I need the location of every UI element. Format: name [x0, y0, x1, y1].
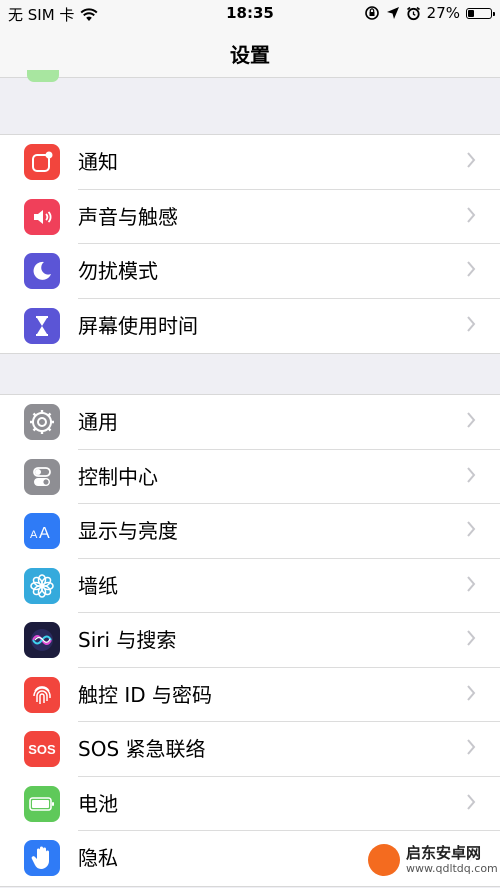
settings-row-label: Siri 与搜索 [78, 628, 177, 652]
toggles-icon [24, 458, 60, 495]
settings-row-emergency-sos[interactable]: SOS SOS 紧急联络 [0, 722, 500, 777]
status-right: 27% [364, 4, 495, 22]
settings-row-siri-search[interactable]: Siri 与搜索 [0, 613, 500, 668]
chevron-right-icon [467, 466, 476, 483]
watermark-url: www.qdltdq.com [406, 862, 498, 875]
chevron-right-icon [467, 575, 476, 592]
settings-row-notifications[interactable]: 通知 [0, 135, 500, 190]
chevron-right-icon [467, 684, 476, 701]
settings-row-label: 屏幕使用时间 [78, 313, 198, 338]
battery-setting-icon [24, 785, 60, 822]
settings-row-label: 显示与亮度 [78, 519, 178, 543]
settings-group-2: 通用 控制中心 AA 显示与亮度 墙纸 Siri 与搜索 触控 ID 与密码 S… [0, 394, 500, 887]
notifications-icon [24, 144, 60, 180]
svg-text:A: A [39, 525, 50, 541]
gear-icon [24, 404, 60, 440]
settings-row-label: 电池 [78, 791, 118, 816]
sos-icon-text: SOS [28, 741, 56, 757]
settings-row-label: 通知 [78, 150, 118, 174]
settings-row-screen-time[interactable]: 屏幕使用时间 [0, 299, 500, 354]
sos-icon: SOS [24, 731, 60, 767]
hand-icon [24, 840, 60, 876]
location-icon [386, 7, 399, 19]
text-size-icon: AA [24, 513, 60, 549]
chevron-right-icon [467, 630, 476, 646]
settings-row-display-brightness[interactable]: AA 显示与亮度 [0, 504, 500, 559]
settings-row-label: 触控 ID 与密码 [78, 682, 213, 707]
siri-icon [24, 622, 60, 658]
partially-hidden-row-icon [27, 70, 59, 82]
settings-row-label: 通用 [78, 410, 118, 434]
watermark-title: 启东安卓网 [406, 844, 482, 862]
chevron-right-icon [467, 261, 476, 277]
settings-row-touch-id-passcode[interactable]: 触控 ID 与密码 [0, 668, 500, 722]
chevron-right-icon [467, 412, 476, 428]
settings-row-label: SOS 紧急联络 [78, 737, 206, 761]
chevron-right-icon [467, 521, 476, 537]
settings-group-1: 通知 声音与触感 勿扰模式 屏幕使用时间 [0, 134, 500, 354]
svg-text:A: A [30, 529, 38, 541]
watermark-logo-icon [368, 844, 400, 876]
chevron-right-icon [467, 739, 476, 755]
chevron-right-icon [467, 793, 476, 810]
page-title: 设置 [230, 43, 270, 67]
settings-row-general[interactable]: 通用 [0, 395, 500, 450]
settings-row-sounds[interactable]: 声音与触感 [0, 190, 500, 244]
settings-row-control-center[interactable]: 控制中心 [0, 450, 500, 504]
chevron-right-icon [467, 206, 476, 223]
chevron-right-icon [467, 152, 476, 168]
orientation-lock-icon [364, 6, 379, 20]
moon-icon [24, 253, 60, 289]
battery-percent: 27% [426, 4, 460, 22]
settings-row-label: 控制中心 [78, 464, 158, 489]
fingerprint-icon [24, 676, 60, 713]
chevron-right-icon [467, 315, 476, 332]
hourglass-icon [24, 307, 60, 344]
battery-icon [466, 7, 495, 19]
settings-row-battery[interactable]: 电池 [0, 777, 500, 831]
alarm-icon [406, 6, 420, 20]
flower-icon [24, 567, 60, 604]
settings-row-label: 隐私 [78, 846, 118, 870]
settings-row-label: 勿扰模式 [78, 259, 158, 283]
watermark: 启东安卓网 www.qdltdq.com [362, 838, 498, 882]
settings-row-label: 墙纸 [78, 573, 118, 598]
navigation-bar: 设置 [0, 28, 500, 78]
speaker-icon [24, 198, 60, 235]
settings-row-do-not-disturb[interactable]: 勿扰模式 [0, 244, 500, 299]
status-bar: 无 SIM 卡 18:35 27% [0, 0, 500, 28]
settings-row-label: 声音与触感 [78, 204, 178, 229]
settings-row-wallpaper[interactable]: 墙纸 [0, 559, 500, 613]
